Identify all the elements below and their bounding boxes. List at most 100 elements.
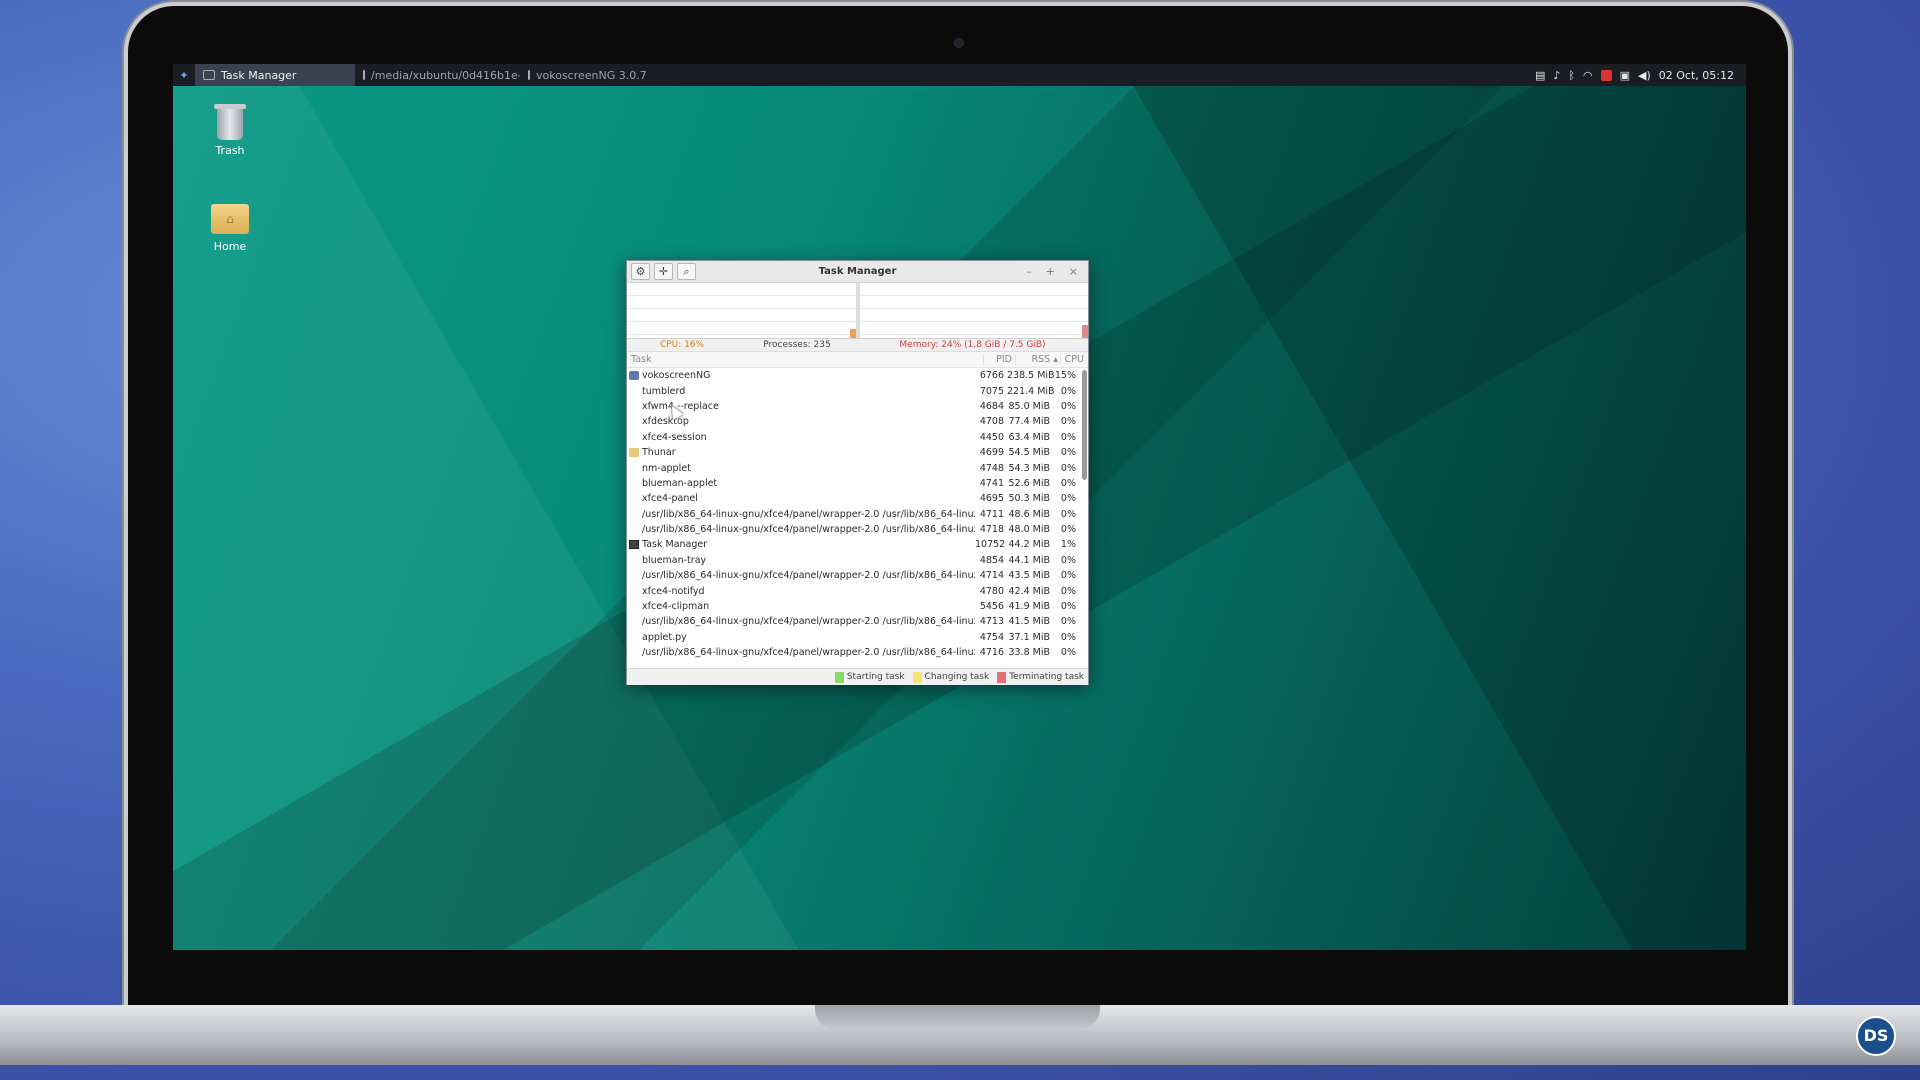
process-icon (629, 602, 639, 611)
table-row[interactable]: nm-applet 4748 54.3 MiB 0% (627, 460, 1080, 475)
terminating-swatch (997, 671, 1007, 683)
process-icon (629, 525, 639, 534)
cell-rss: 33.8 MiB (1008, 647, 1050, 659)
cell-task: nm-applet (627, 463, 975, 474)
notification-bell-icon[interactable]: ♪ (1553, 69, 1560, 82)
taskbar-item-label: vokoscreenNG 3.0.7 (536, 68, 647, 82)
table-row[interactable]: /usr/lib/x86_64-linux-gnu/xfce4/panel/wr… (627, 614, 1080, 629)
cell-rss: 37.1 MiB (1008, 631, 1050, 643)
cell-cpu: 0% (1060, 524, 1076, 536)
titlebar[interactable]: ⚙ ✛ ⌕ Task Manager – + × (627, 261, 1088, 283)
cell-cpu: 1% (1060, 539, 1076, 551)
cell-task: Task Manager (627, 539, 975, 550)
table-row[interactable]: xfwm4 --replace 4684 85.0 MiB 0% (627, 399, 1080, 414)
processes-summary: Processes: 235 (763, 340, 831, 350)
cell-cpu: 0% (1060, 400, 1076, 412)
cell-task-label: xfce4-session (642, 431, 707, 443)
minimize-icon[interactable]: – (1026, 265, 1032, 278)
cell-rss: 52.6 MiB (1008, 477, 1050, 489)
bluetooth-icon[interactable]: ᛒ (1568, 69, 1575, 82)
table-row[interactable]: /usr/lib/x86_64-linux-gnu/xfce4/panel/wr… (627, 507, 1080, 522)
table-row[interactable]: Thunar 4699 54.5 MiB 0% (627, 445, 1080, 460)
cell-pid: 4708 (979, 416, 1004, 428)
cell-task-label: /usr/lib/x86_64-linux-gnu/xfce4/panel/wr… (642, 616, 975, 628)
table-row[interactable]: xfdesktop 4708 77.4 MiB 0% (627, 414, 1080, 429)
maximize-icon[interactable]: + (1046, 265, 1055, 278)
cell-task-label: /usr/lib/x86_64-linux-gnu/xfce4/panel/wr… (642, 647, 975, 659)
cell-cpu: 0% (1060, 431, 1076, 443)
table-row[interactable]: vokoscreenNG 6766 238.5 MiB 15% (627, 368, 1080, 383)
process-icon (629, 648, 639, 657)
memory-graph-bar (1082, 324, 1088, 338)
folder-icon (363, 70, 365, 80)
cell-rss: 54.3 MiB (1008, 462, 1050, 474)
cell-task-label: applet.py (642, 631, 687, 643)
cell-task-label: vokoscreenNG (642, 370, 711, 382)
table-row[interactable]: /usr/lib/x86_64-linux-gnu/xfce4/panel/wr… (627, 645, 1080, 660)
xfce-menu-icon[interactable]: ✦ (173, 64, 195, 86)
taskbar-item-vokoscreen[interactable]: vokoscreenNG 3.0.7 (520, 64, 650, 86)
process-icon (629, 433, 639, 442)
column-header-pid[interactable]: PID (983, 354, 1015, 365)
cell-task-label: blueman-applet (642, 477, 718, 489)
cell-task-label: blueman-tray (642, 554, 707, 566)
table-row[interactable]: blueman-applet 4741 52.6 MiB 0% (627, 476, 1080, 491)
desktop-screen: ✦ Task Manager /media/xubuntu/0d416b1e-.… (173, 64, 1746, 950)
laptop-notch (815, 1005, 1100, 1029)
cell-pid: 4714 (979, 570, 1004, 582)
clock[interactable]: 02 Oct, 05:12 (1659, 69, 1734, 82)
table-row[interactable]: blueman-tray 4854 44.1 MiB 0% (627, 553, 1080, 568)
process-icon (629, 417, 639, 426)
changing-swatch (912, 671, 922, 683)
cell-pid: 10752 (975, 539, 1006, 551)
process-list: vokoscreenNG 6766 238.5 MiB 15% tumblerd 7075… (627, 368, 1088, 668)
cell-cpu: 0% (1060, 601, 1076, 613)
search-button[interactable]: ⌕ (677, 263, 696, 280)
table-row[interactable]: /usr/lib/x86_64-linux-gnu/xfce4/panel/wr… (627, 568, 1080, 583)
table-row[interactable]: xfce4-notifyd 4780 42.4 MiB 0% (627, 583, 1080, 598)
cell-rss: 42.4 MiB (1008, 585, 1050, 597)
desktop-icon-trash[interactable]: Trash (195, 104, 265, 157)
column-header-cpu[interactable]: CPU (1060, 354, 1088, 365)
table-row[interactable]: xfce4-panel 4695 50.3 MiB 0% (627, 491, 1080, 506)
table-row[interactable]: xfce4-session 4450 63.4 MiB 0% (627, 430, 1080, 445)
process-icon (629, 464, 639, 473)
lock-icon[interactable]: ▣ (1620, 69, 1630, 82)
desktop-icon-home[interactable]: ⌂ Home (195, 204, 265, 253)
cell-pid: 4684 (979, 400, 1004, 412)
table-row[interactable]: tumblerd 7075 221.4 MiB 0% (627, 383, 1080, 398)
table-row[interactable]: xfce4-clipman 5456 41.9 MiB 0% (627, 599, 1080, 614)
cell-pid: 6766 (979, 370, 1004, 382)
cell-pid: 4699 (979, 447, 1004, 459)
record-icon[interactable] (1600, 69, 1612, 81)
cell-task-label: xfce4-notifyd (642, 585, 705, 597)
scrollbar[interactable] (1082, 370, 1087, 480)
process-icon (629, 494, 639, 503)
cell-cpu: 0% (1060, 416, 1076, 428)
table-row[interactable]: applet.py 4754 37.1 MiB 0% (627, 630, 1080, 645)
clipboard-icon[interactable]: ▤ (1535, 69, 1545, 82)
table-row[interactable]: Task Manager 10752 44.2 MiB 1% (627, 537, 1080, 552)
close-icon[interactable]: × (1069, 265, 1078, 278)
webcam (954, 38, 964, 48)
process-icon (629, 556, 639, 565)
cell-pid: 4450 (979, 431, 1004, 443)
cpu-summary: CPU: 16% (659, 340, 705, 350)
settings-gear-button[interactable]: ⚙ (631, 263, 650, 280)
volume-icon[interactable]: ◀) (1638, 69, 1651, 82)
sort-ascending-icon: ▴ (1053, 354, 1058, 365)
ds-logo-badge: DS (1856, 1016, 1896, 1056)
cell-task-label: Task Manager (642, 539, 708, 551)
column-header-task[interactable]: Task (627, 354, 983, 365)
column-header-rss[interactable]: RSS ▴ (1015, 354, 1060, 365)
taskbar-item-task-manager[interactable]: Task Manager (195, 64, 355, 86)
process-icon (629, 448, 639, 458)
crosshair-button[interactable]: ✛ (654, 263, 673, 280)
taskbar-item-folder[interactable]: /media/xubuntu/0d416b1e-... (355, 64, 520, 86)
cell-task: /usr/lib/x86_64-linux-gnu/xfce4/panel/wr… (627, 509, 975, 520)
cell-cpu: 0% (1060, 508, 1076, 520)
wifi-icon[interactable]: ◠ (1583, 69, 1593, 82)
table-row[interactable]: /usr/lib/x86_64-linux-gnu/xfce4/panel/wr… (627, 522, 1080, 537)
graphs-area (627, 283, 1088, 339)
cell-task: xfce4-notifyd (627, 586, 975, 597)
